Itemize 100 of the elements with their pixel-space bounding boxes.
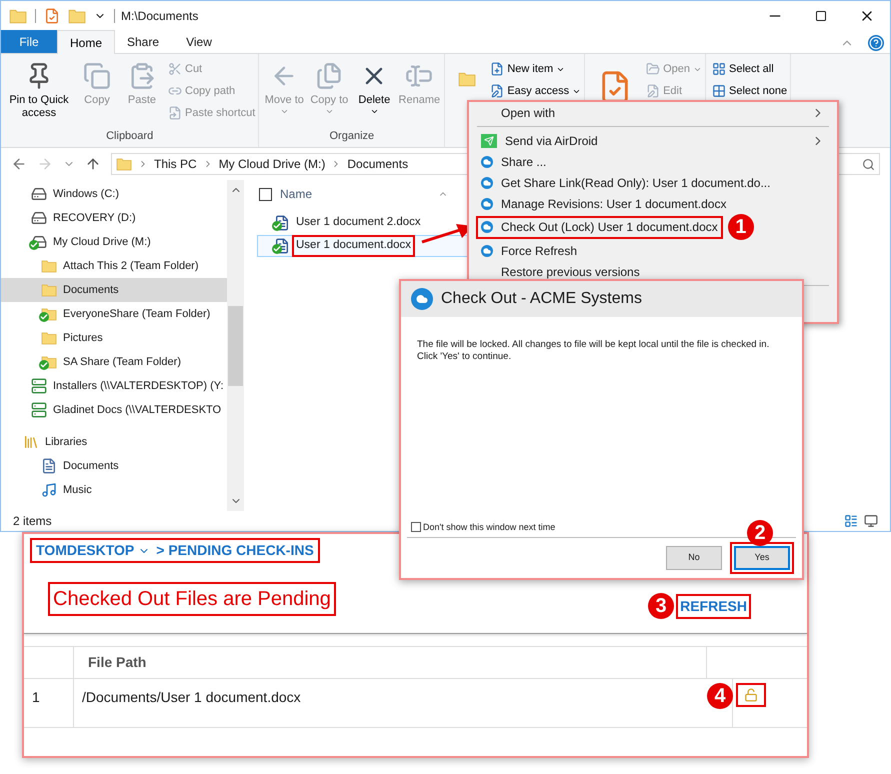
back-icon[interactable] xyxy=(11,156,27,172)
callout-number: 1 xyxy=(728,214,754,240)
navigation-item[interactable]: Music xyxy=(1,478,227,502)
copy-icon xyxy=(315,62,344,90)
cloud-icon xyxy=(481,156,493,168)
navigation-item[interactable]: Installers (\\VALTERDESKTOP) (Y: xyxy=(1,374,227,398)
file-item[interactable]: User 1 document 2.docx xyxy=(257,212,472,234)
library-icon xyxy=(23,434,39,450)
ribbon-button[interactable]: Select none xyxy=(712,82,788,100)
open-icon xyxy=(646,62,660,76)
select-all-checkbox[interactable] xyxy=(259,188,272,200)
help-icon[interactable] xyxy=(868,35,884,51)
drive-icon xyxy=(31,186,47,202)
navigation-item[interactable]: Documents xyxy=(1,454,227,478)
breadcrumb[interactable]: This PC xyxy=(154,155,197,173)
select-all-icon xyxy=(712,62,726,76)
machine-dropdown[interactable]: TOMDESKTOP xyxy=(36,540,150,561)
send-icon xyxy=(481,134,497,148)
up-icon[interactable] xyxy=(85,156,101,172)
navigation-item[interactable]: Gladinet Docs (\\VALTERDESKTO xyxy=(1,398,227,422)
file-name: User 1 document 2.docx xyxy=(295,215,422,230)
folder-icon xyxy=(9,7,27,25)
menu-item[interactable]: Get Share Link(Read Only): User 1 document.do... xyxy=(477,172,774,193)
easy-access-icon xyxy=(490,84,504,98)
new-item-icon xyxy=(490,62,504,76)
navigation-item[interactable]: Windows (C:) xyxy=(1,182,227,206)
refresh-link[interactable]: REFRESH xyxy=(676,594,751,618)
dialog-title: Check Out - ACME Systems xyxy=(441,289,642,309)
ribbon-tab[interactable]: View xyxy=(171,30,227,53)
synced-check-icon xyxy=(39,312,49,322)
column-header: File Path xyxy=(74,647,707,678)
navigation-item[interactable]: Attach This 2 (Team Folder) xyxy=(1,254,227,278)
music-icon xyxy=(41,482,57,498)
callout-number: 3 xyxy=(648,593,674,619)
large-icons-view-icon[interactable] xyxy=(864,514,878,528)
edit-icon xyxy=(646,84,660,98)
caret-icon xyxy=(280,107,289,116)
folder-icon xyxy=(41,258,57,274)
cloud-icon xyxy=(411,288,433,310)
navigation-item[interactable]: EveryoneShare (Team Folder) xyxy=(1,302,227,326)
menu-item[interactable]: Restore previous versions xyxy=(477,261,644,282)
document-icon xyxy=(274,238,290,254)
folder-icon xyxy=(41,282,57,298)
scrollbar-thumb[interactable] xyxy=(228,306,243,386)
navigation-item[interactable]: My Cloud Drive (M:) xyxy=(1,230,227,254)
checkbox-label: Don't show this window next time xyxy=(423,520,556,534)
menu-item[interactable]: Check Out (Lock) User 1 document.docx xyxy=(477,216,722,238)
navigation-item[interactable]: Documents xyxy=(1,278,227,302)
caret-icon xyxy=(324,107,334,116)
network-drive-icon xyxy=(31,402,47,418)
menu-item[interactable]: Open with xyxy=(477,102,829,123)
document-icon xyxy=(41,458,57,474)
ribbon-button[interactable]: Easy access xyxy=(490,82,582,100)
checkbox[interactable] xyxy=(411,522,421,532)
select-none-icon xyxy=(712,84,726,98)
column-header[interactable]: Name xyxy=(280,185,430,203)
search-icon[interactable] xyxy=(862,158,875,170)
menu-item[interactable]: Share ... xyxy=(477,151,550,172)
navigation-item[interactable]: Pictures xyxy=(1,326,227,350)
status-text: 2 items xyxy=(13,513,52,530)
table-cell: 1 xyxy=(24,679,74,727)
breadcrumb[interactable]: Documents xyxy=(347,155,408,173)
navigation-item[interactable]: SA Share (Team Folder) xyxy=(1,350,227,374)
drive-icon xyxy=(31,210,47,226)
synced-check-icon xyxy=(39,360,49,370)
cloud-icon xyxy=(481,176,493,188)
navigation-item[interactable]: Libraries xyxy=(1,430,227,454)
folder-icon xyxy=(116,156,132,172)
folder-icon xyxy=(458,70,476,88)
ribbon-button[interactable]: Delete xyxy=(352,58,396,128)
ribbon-button[interactable]: Select all xyxy=(712,60,788,78)
ribbon-tab[interactable]: Home xyxy=(57,30,115,54)
menu-item[interactable]: Force Refresh xyxy=(477,240,582,261)
synced-check-icon xyxy=(272,221,282,231)
menu-item[interactable]: Send via AirDroid xyxy=(477,130,829,151)
details-view-icon[interactable] xyxy=(844,514,858,528)
ribbon-button[interactable]: Pin to Quick access xyxy=(4,58,74,128)
drive-icon xyxy=(31,234,47,250)
file-name: User 1 document.docx xyxy=(294,237,414,255)
lock-button[interactable] xyxy=(736,683,766,707)
caret-icon xyxy=(370,107,379,116)
breadcrumb[interactable]: My Cloud Drive (M:) xyxy=(218,155,326,173)
dialog-button[interactable]: Yes xyxy=(730,542,794,574)
scissors-icon xyxy=(168,62,182,76)
scrollbar[interactable] xyxy=(227,180,244,511)
synced-check-icon xyxy=(272,244,282,254)
synced-check-icon xyxy=(29,240,39,250)
ribbon-button[interactable]: New item xyxy=(490,60,582,78)
ribbon-tab[interactable]: File xyxy=(1,30,57,53)
dialog-message: The file will be locked. All changes to file will be kept local until the file is checked in. Click 'Yes' to continue. xyxy=(416,338,770,364)
navigation-item[interactable]: RECOVERY (D:) xyxy=(1,206,227,230)
properties-icon[interactable] xyxy=(44,8,60,24)
folder-icon xyxy=(41,330,57,346)
pending-heading: Checked Out Files are Pending xyxy=(48,582,336,616)
window-title: M:\Documents xyxy=(121,8,200,25)
folder-icon xyxy=(68,7,86,25)
maximize-icon[interactable] xyxy=(815,10,827,22)
group-label: Clipboard xyxy=(105,128,154,144)
ribbon-tab[interactable]: Share xyxy=(115,30,171,53)
menu-item[interactable]: Manage Revisions: User 1 document.docx xyxy=(477,193,730,214)
